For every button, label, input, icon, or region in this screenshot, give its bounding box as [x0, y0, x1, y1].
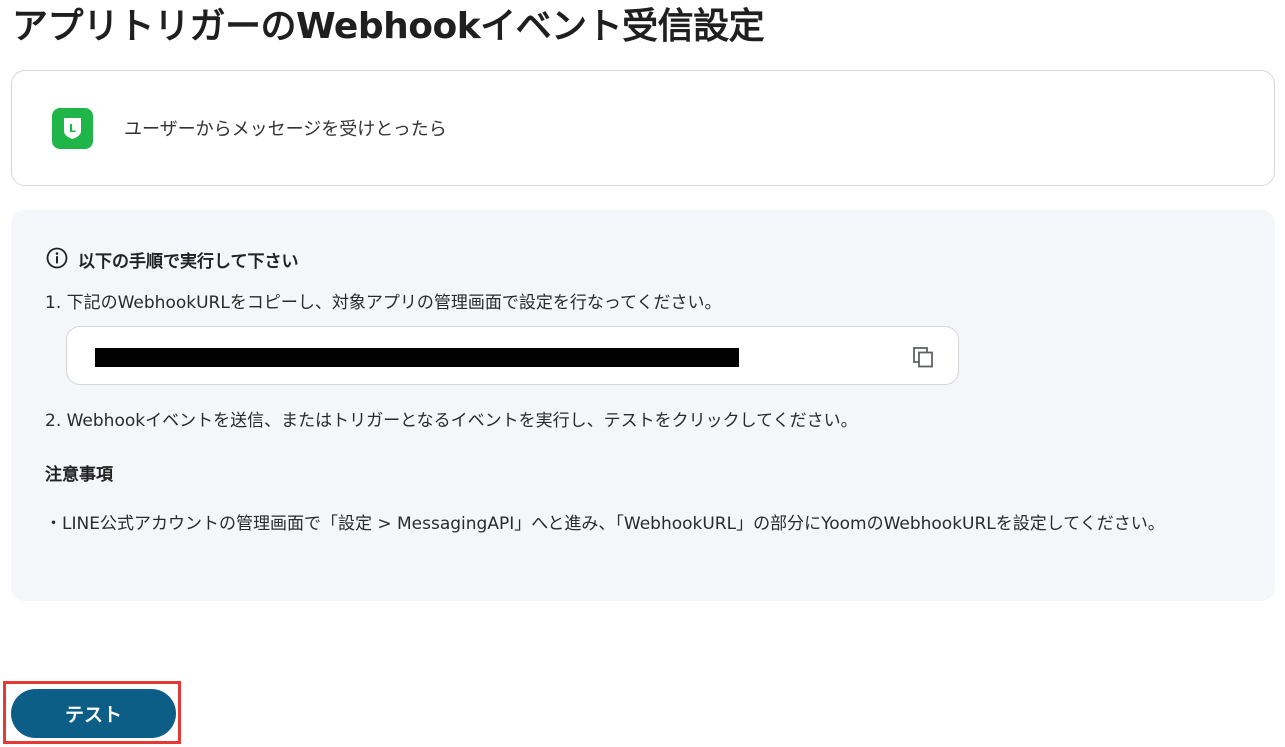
instructions-heading: 以下の手順で実行して下さい — [78, 252, 299, 272]
page-title: アプリトリガーのWebhookイベント受信設定 — [12, 6, 765, 47]
line-icon-letter: L — [69, 122, 76, 135]
test-button[interactable]: テスト — [11, 689, 176, 738]
caution-heading: 注意事項 — [45, 465, 113, 485]
info-icon — [46, 247, 68, 269]
webhook-url-redacted — [95, 348, 739, 367]
trigger-label: ユーザーからメッセージを受けとったら — [124, 119, 447, 140]
caution-note: ・LINE公式アカウントの管理画面で「設定 > MessagingAPI」へと進… — [45, 514, 1165, 534]
instructions-panel: 以下の手順で実行して下さい 1. 下記のWebhookURLをコピーし、対象アプ… — [11, 210, 1275, 601]
trigger-card: L ユーザーからメッセージを受けとったら — [11, 70, 1275, 186]
step-1-text: 1. 下記のWebhookURLをコピーし、対象アプリの管理画面で設定を行なって… — [45, 293, 722, 313]
line-app-icon: L — [52, 108, 93, 149]
step-2-text: 2. Webhookイベントを送信、またはトリガーとなるイベントを実行し、テスト… — [45, 411, 858, 431]
copy-icon[interactable] — [911, 345, 935, 369]
line-shield-icon: L — [64, 118, 81, 139]
webhook-url-field — [66, 326, 959, 385]
